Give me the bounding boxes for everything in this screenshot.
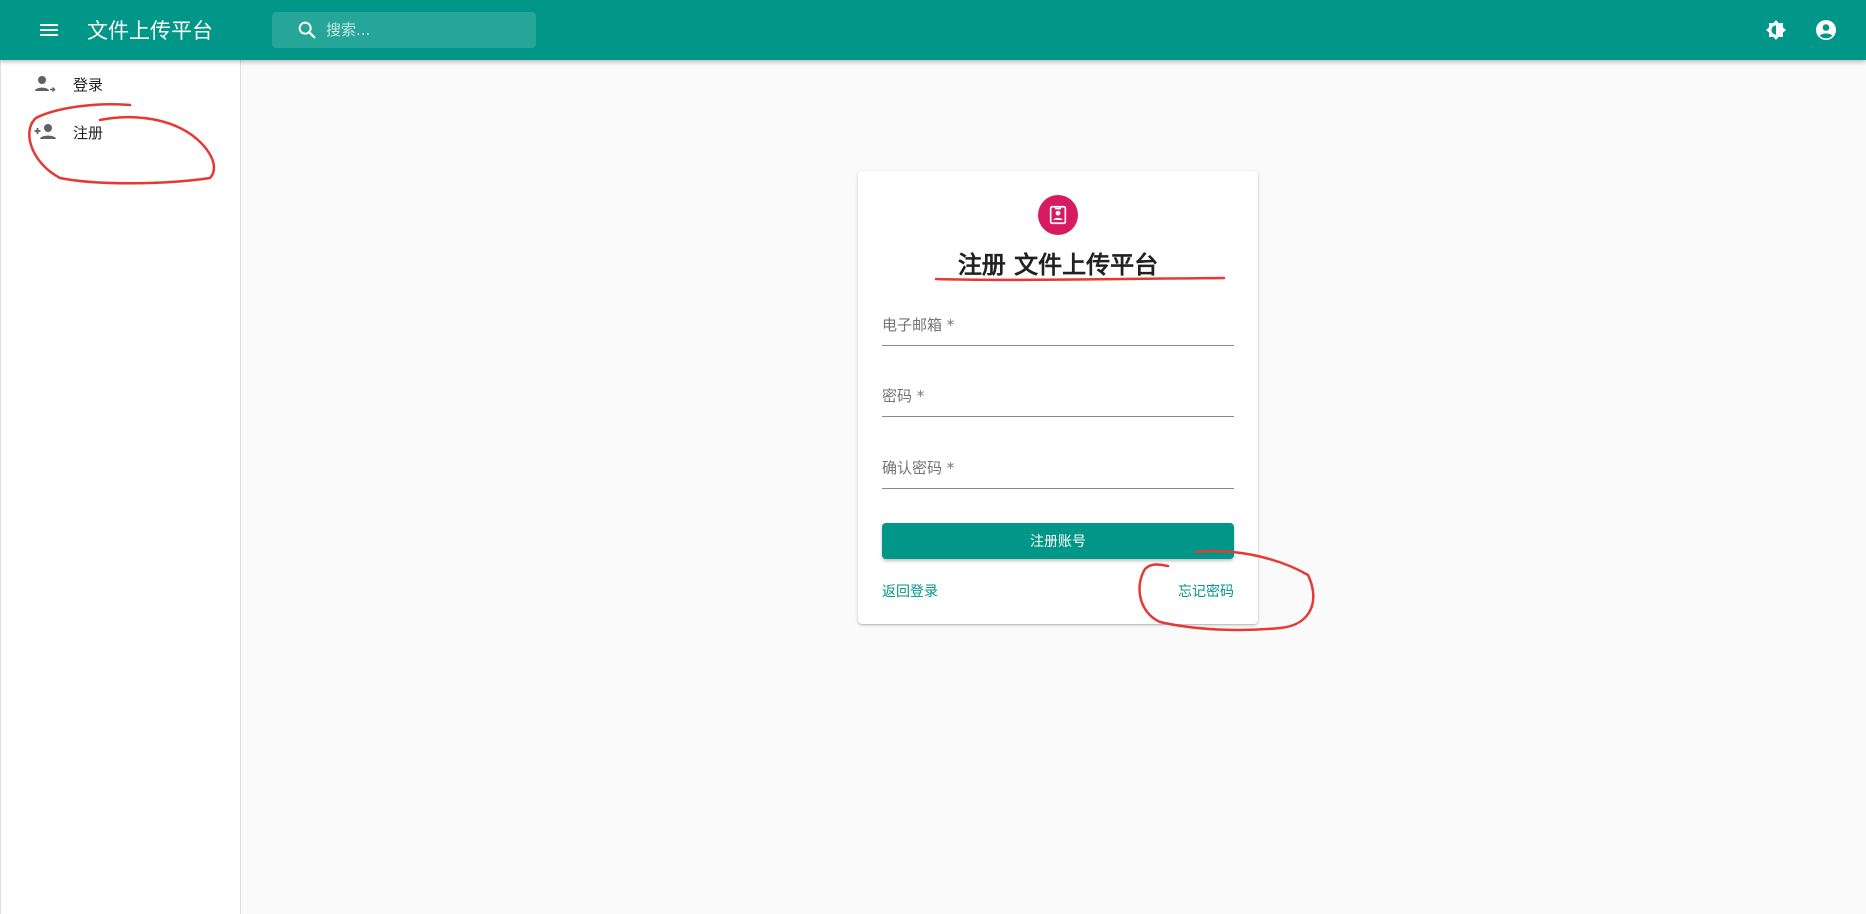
email-field[interactable]: 电子邮箱 * xyxy=(882,310,1234,346)
forgot-password-link[interactable]: 忘记密码 xyxy=(1178,581,1234,601)
email-input[interactable] xyxy=(882,310,1234,345)
menu-button[interactable] xyxy=(25,6,73,54)
confirm-password-field[interactable]: 确认密码 * xyxy=(882,453,1234,489)
password-field[interactable]: 密码 * xyxy=(882,381,1234,417)
avatar xyxy=(1038,195,1078,235)
sidebar-item-register[interactable]: 注册 xyxy=(1,108,240,156)
password-input[interactable] xyxy=(882,381,1234,416)
sidebar-item-label: 注册 xyxy=(73,123,104,142)
register-button[interactable]: 注册账号 xyxy=(882,523,1234,559)
account-circle-icon xyxy=(1816,20,1836,40)
sidebar-item-login[interactable]: 登录 xyxy=(1,60,240,108)
login-user-icon xyxy=(33,72,57,96)
back-to-login-link[interactable]: 返回登录 xyxy=(882,581,938,601)
menu-icon xyxy=(40,24,58,36)
search-icon xyxy=(296,18,320,42)
theme-toggle-button[interactable] xyxy=(1756,10,1796,50)
search-box[interactable] xyxy=(272,12,536,48)
app-title: 文件上传平台 xyxy=(87,19,213,43)
person-add-icon xyxy=(33,120,57,144)
register-card: 注册 文件上传平台 电子邮箱 * 密码 * 确认密码 * 注册账号 返回登录 忘… xyxy=(858,171,1258,624)
search-input[interactable] xyxy=(326,21,526,39)
badge-icon xyxy=(1049,205,1067,225)
brightness-icon xyxy=(1766,20,1786,40)
account-button[interactable] xyxy=(1806,10,1846,50)
page-title: 注册 文件上传平台 xyxy=(957,251,1159,279)
sidebar: 登录 注册 xyxy=(0,60,241,914)
sidebar-item-label: 登录 xyxy=(73,75,104,94)
confirm-password-input[interactable] xyxy=(882,453,1234,488)
app-bar: 文件上传平台 xyxy=(0,0,1866,60)
